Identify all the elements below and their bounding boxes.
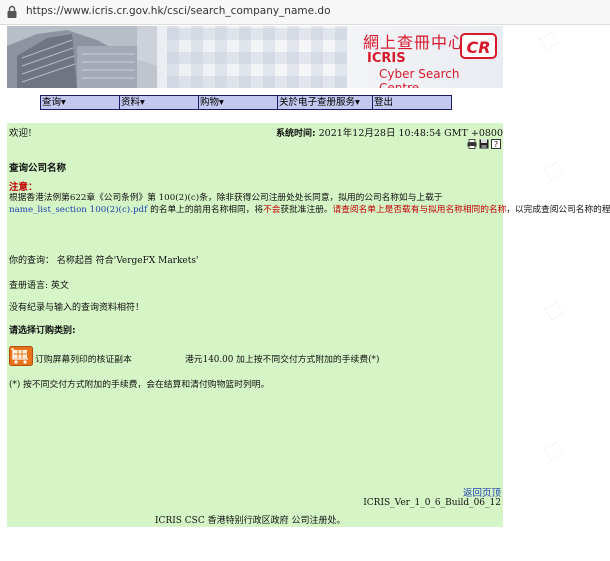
cr-logo: CR: [460, 33, 497, 59]
save-icon[interactable]: [479, 139, 489, 149]
site-banner: 網上查冊中心 ICRIS Cyber Search Centre CR: [7, 26, 503, 88]
name-list-pdf-link[interactable]: name_list_section 100(2)(c).pdf: [9, 205, 147, 215]
banner-pattern: [167, 26, 347, 88]
banner-title-english: Cyber Search Centre: [379, 67, 460, 88]
system-time-label: 系统时间:: [275, 129, 316, 139]
notice-body: 根据香港法例第622章《公司条例》第 100(2)(c)条，除非获得公司注册处处…: [9, 192, 610, 216]
page-title: 查询公司名称: [9, 163, 67, 174]
browser-address-bar[interactable]: https://www.icris.cr.gov.hk/csci/search_…: [0, 0, 610, 25]
query-summary: 你的查询： 名称起首 符合'VergeFX Markets': [9, 256, 199, 266]
building-image: [7, 26, 157, 88]
order-category-heading: 请选择订购类别:: [9, 326, 76, 336]
notice-red-text-2: 请查阅名单上是否载有与拟用名称相同的名称: [332, 205, 507, 215]
svg-text:?: ?: [494, 140, 498, 149]
menu-item-search[interactable]: 查询▾: [41, 96, 120, 109]
notice-red-text-1: 不会: [263, 205, 281, 215]
system-time: 系统时间: 2021年12月28日 10:48:54 GMT +0800: [276, 125, 503, 139]
menu-item-about-service[interactable]: 关於电子查册服务▾: [278, 96, 373, 109]
notice-text-3: 获批准注册。: [280, 205, 333, 215]
menu-item-information[interactable]: 资料▾: [120, 96, 199, 109]
order-certified-copy-link[interactable]: 订购屏幕列印的核证副本: [35, 352, 132, 365]
watermark: ⬚: [540, 437, 567, 464]
back-to-top-link[interactable]: 返回页顶: [463, 485, 501, 499]
shopping-cart-icon[interactable]: [9, 346, 33, 366]
notice-text-4: ，以完成查阅公司名称的程序。: [506, 205, 610, 215]
banner-title-chinese: 網上查冊中心: [363, 33, 466, 52]
watermark: ⬚: [540, 297, 567, 324]
search-language: 查册语言: 英文: [9, 281, 69, 291]
main-content-panel: 欢迎! 系统时间: 2021年12月28日 10:48:54 GMT +0800…: [7, 123, 610, 527]
url-text[interactable]: https://www.icris.cr.gov.hk/csci/search_…: [26, 5, 331, 17]
printer-icon[interactable]: [467, 139, 477, 149]
order-item-price: 港元140.00 加上按不同交付方式附加的手续费(*): [185, 355, 380, 365]
help-icon[interactable]: ?: [491, 139, 501, 149]
menu-item-shopping[interactable]: 购物▾: [199, 96, 278, 109]
system-time-value: 2021年12月28日 10:48:54 GMT +0800: [318, 128, 503, 139]
fee-footnote: (*) 按不同交付方式附加的手续费，会在结算和清付购物篮时列明。: [9, 380, 270, 390]
main-menu-bar: 查询▾ 资料▾ 购物▾ 关於电子查册服务▾ 登出: [40, 95, 452, 110]
banner-title-icris: ICRIS: [367, 51, 406, 66]
no-match-message: 没有纪录与输入的查询资料相符！: [9, 303, 145, 313]
footer-text: ICRIS CSC 香港特别行政区政府 公司注册处。: [155, 516, 346, 526]
toolbar-icons: ?: [467, 139, 501, 149]
notice-text-2: 的名单上的前用名称相同，将: [147, 205, 264, 215]
menu-item-logout[interactable]: 登出: [373, 96, 451, 109]
welcome-text: 欢迎!: [9, 128, 32, 139]
watermark: ⬚: [540, 157, 567, 184]
lock-icon: [7, 5, 17, 18]
notice-text-1: 根据香港法例第622章《公司条例》第 100(2)(c)条，除非获得公司注册处处…: [9, 193, 443, 203]
notice-heading: 注意：: [9, 182, 38, 193]
version-text: ICRIS_Ver_1_0_6_Build_06_12: [363, 498, 501, 508]
watermark: ⬚: [535, 27, 562, 54]
